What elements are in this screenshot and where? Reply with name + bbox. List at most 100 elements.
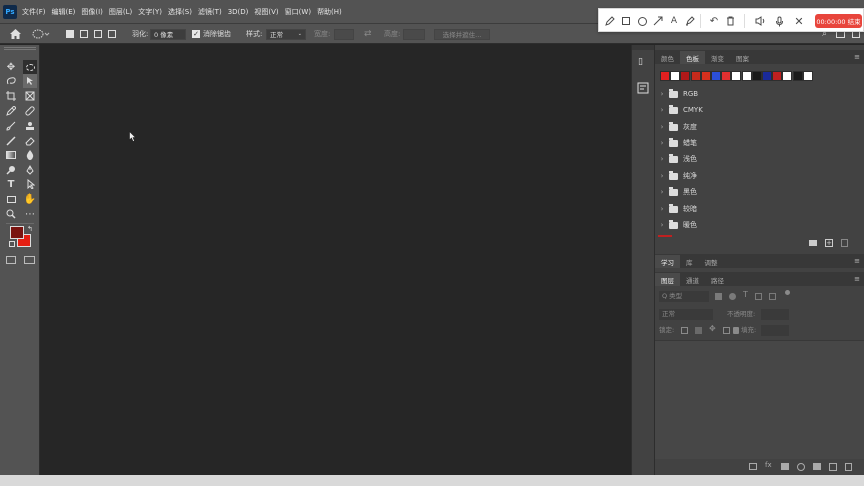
type-tool-icon[interactable]: T — [4, 177, 18, 191]
screen-mode-icon[interactable] — [24, 256, 35, 264]
new-group-icon[interactable] — [813, 463, 821, 470]
subtract-selection-icon[interactable] — [94, 24, 102, 44]
swap-colors-icon[interactable]: ↰ — [27, 225, 33, 233]
swatch-group[interactable]: › 纯净 — [655, 169, 855, 183]
pen-icon[interactable] — [604, 15, 616, 27]
filter-toggle-icon[interactable] — [785, 290, 790, 295]
menu-type[interactable]: 文字(Y) — [138, 7, 162, 17]
new-swatch-icon[interactable]: + — [825, 239, 833, 247]
add-mask-icon[interactable] — [781, 463, 789, 470]
quick-mask-icon[interactable] — [6, 256, 16, 264]
color-swatch[interactable] — [711, 71, 721, 81]
clone-stamp-tool-icon[interactable] — [23, 119, 37, 133]
panel-menu-icon[interactable]: ≡ — [854, 257, 860, 265]
swatch-group[interactable]: › 浅色 — [655, 152, 855, 166]
color-swatch[interactable] — [690, 71, 701, 81]
color-swatch[interactable] — [782, 71, 793, 81]
tab-channels[interactable]: 通道 — [680, 273, 705, 286]
layer-filter-input[interactable]: Q 类型 — [659, 291, 709, 302]
filter-smart-object-icon[interactable] — [769, 293, 776, 300]
color-swatch[interactable] — [731, 71, 742, 81]
color-swatch[interactable] — [670, 71, 681, 81]
tab-libraries[interactable]: 库 — [680, 255, 699, 268]
swatch-group[interactable]: › 灰度 — [655, 120, 855, 134]
menu-file[interactable]: 文件(F) — [22, 7, 46, 17]
add-selection-icon[interactable] — [80, 24, 88, 44]
undo-icon[interactable]: ↶ — [708, 15, 720, 27]
menu-image[interactable]: 图像(I) — [81, 7, 103, 17]
tab-layers[interactable]: 图层 — [655, 273, 680, 286]
history-brush-tool-icon[interactable] — [4, 134, 18, 148]
menu-window[interactable]: 窗口(W) — [285, 7, 311, 17]
properties-panel-icon[interactable] — [637, 79, 649, 94]
lasso-tool-icon[interactable] — [4, 74, 18, 88]
filter-type-icon[interactable]: T — [743, 290, 748, 299]
crop-tool-icon[interactable] — [4, 89, 18, 103]
antialias-checkbox[interactable]: ✓ — [192, 24, 200, 44]
tab-gradients[interactable]: 渐变 — [705, 51, 730, 64]
menu-edit[interactable]: 编辑(E) — [52, 7, 76, 17]
zoom-tool-icon[interactable] — [4, 207, 18, 221]
menu-view[interactable]: 视图(V) — [254, 7, 278, 17]
color-swatch[interactable] — [751, 71, 762, 81]
new-group-icon[interactable] — [809, 240, 817, 246]
eyedropper-tool-icon[interactable] — [4, 104, 18, 118]
trash-icon[interactable] — [724, 15, 736, 27]
circle-icon[interactable] — [636, 15, 648, 27]
fx-icon[interactable]: fx — [765, 461, 772, 469]
link-layers-icon[interactable] — [749, 463, 757, 470]
filter-adjustment-icon[interactable] — [729, 293, 736, 300]
default-colors-icon[interactable] — [9, 241, 15, 247]
style-select[interactable]: 正常 ⌄ — [266, 28, 306, 40]
color-swatch[interactable] — [700, 71, 711, 81]
healing-brush-tool-icon[interactable] — [23, 104, 37, 118]
hand-tool-icon[interactable]: ✋ — [23, 192, 37, 206]
swatch-group[interactable]: › RGB — [655, 87, 855, 101]
tab-patterns[interactable]: 图案 — [730, 51, 755, 64]
text-icon[interactable]: A — [668, 15, 680, 27]
toolbar-grip[interactable] — [4, 47, 36, 50]
menu-3d[interactable]: 3D(D) — [228, 8, 249, 16]
elliptical-marquee-tool-icon[interactable] — [23, 60, 37, 74]
swatch-group[interactable]: › 暖色 — [655, 218, 855, 232]
feather-input[interactable]: 0 像素 — [150, 28, 186, 40]
menu-layer[interactable]: 图层(L) — [109, 7, 132, 17]
tab-learn[interactable]: 学习 — [655, 255, 680, 268]
rectangle-tool-icon[interactable] — [4, 192, 18, 206]
color-swatch[interactable] — [792, 71, 803, 81]
document-canvas-area[interactable] — [41, 45, 631, 475]
brush-tool-icon[interactable] — [4, 119, 18, 133]
eraser-tool-icon[interactable] — [23, 134, 37, 148]
new-layer-icon[interactable] — [829, 463, 837, 471]
rectangle-icon[interactable] — [620, 15, 632, 27]
home-icon[interactable] — [10, 24, 21, 44]
new-selection-icon[interactable] — [66, 24, 74, 44]
foreground-color-swatch[interactable] — [10, 226, 24, 239]
swatch-group[interactable]: › 蜡笔 — [655, 136, 855, 150]
gradient-tool-icon[interactable] — [4, 148, 18, 162]
dodge-tool-icon[interactable] — [4, 163, 18, 177]
history-panel-icon[interactable]: ▯ — [638, 57, 648, 69]
swatch-group[interactable]: › 较暗 — [655, 202, 855, 216]
filter-shape-icon[interactable] — [755, 293, 762, 300]
object-selection-tool-icon[interactable] — [23, 74, 37, 88]
intersect-selection-icon[interactable] — [108, 24, 116, 44]
filter-pixel-icon[interactable] — [715, 293, 722, 300]
menu-filter[interactable]: 滤镜(T) — [198, 7, 222, 17]
adjustment-layer-icon[interactable] — [797, 463, 805, 471]
color-swatch[interactable] — [680, 71, 691, 81]
color-swatch[interactable] — [802, 71, 813, 81]
highlighter-icon[interactable] — [684, 15, 696, 27]
tab-adjustments[interactable]: 调整 — [699, 255, 724, 268]
strip-grip[interactable] — [632, 45, 654, 50]
menu-select[interactable]: 选择(S) — [168, 7, 192, 17]
frame-tool-icon[interactable] — [23, 89, 37, 103]
microphone-icon[interactable] — [773, 15, 785, 27]
tab-paths[interactable]: 路径 — [705, 273, 730, 286]
panel-menu-icon[interactable]: ≡ — [854, 53, 860, 61]
stop-recording-button[interactable]: 00:00:00 结束 — [815, 14, 862, 28]
elliptical-marquee-preset-icon[interactable] — [32, 24, 50, 44]
delete-layer-icon[interactable] — [845, 463, 852, 471]
swatch-group[interactable]: › CMYK — [655, 103, 855, 117]
color-swatch[interactable] — [762, 71, 772, 81]
